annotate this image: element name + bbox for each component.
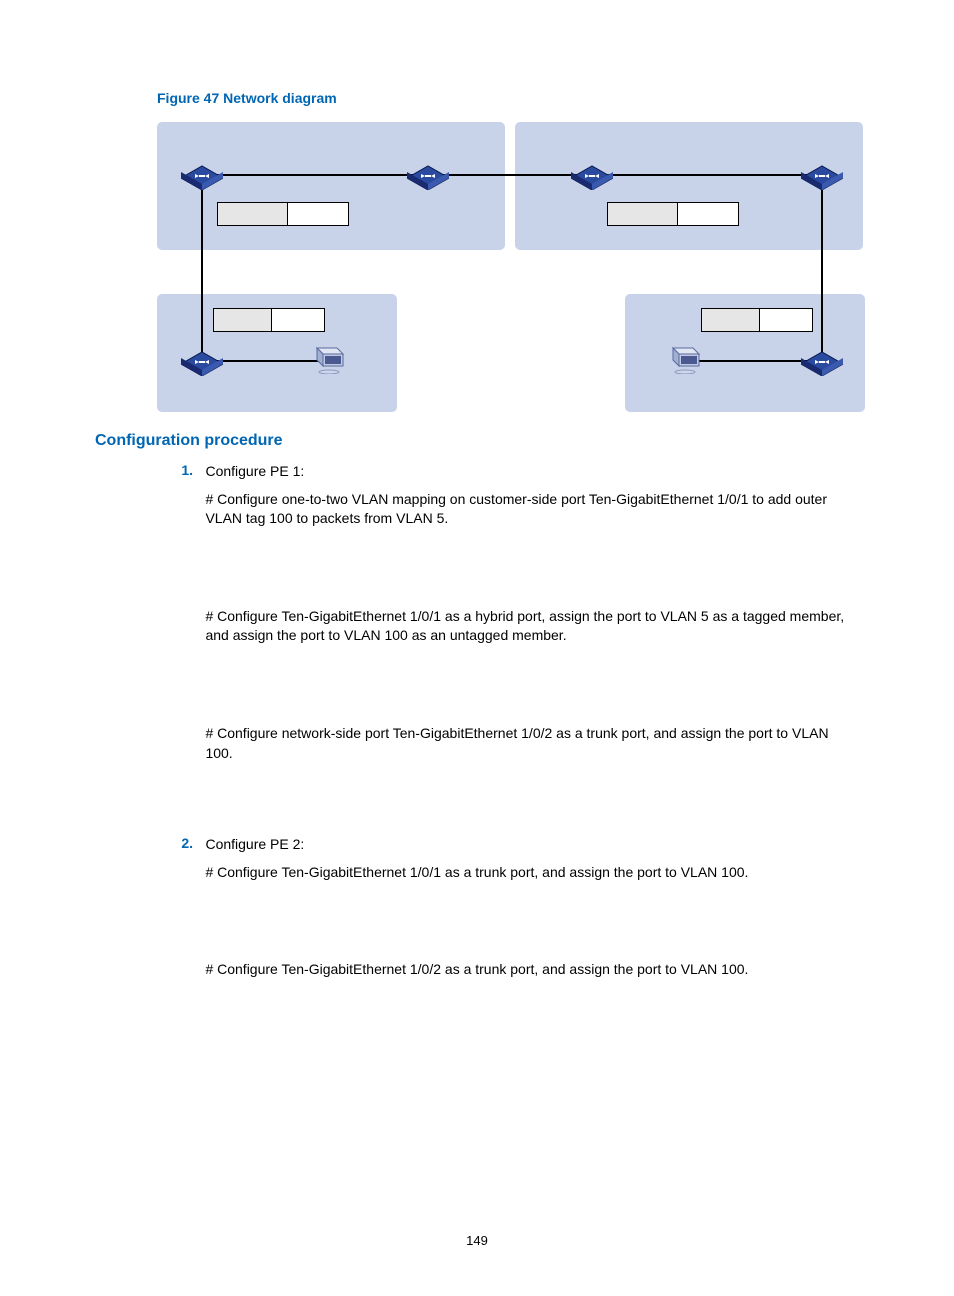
list-number: 2.: [157, 835, 193, 851]
tag-table: [217, 202, 349, 226]
pc-icon: [671, 344, 705, 374]
link-line: [201, 174, 203, 360]
tag-table: [607, 202, 739, 226]
link-line: [697, 360, 811, 362]
tag-table: [213, 308, 325, 332]
switch-icon: [571, 160, 613, 190]
para: # Configure Ten-GigabitEthernet 1/0/1 as…: [205, 607, 845, 646]
list-number: 1.: [157, 462, 193, 478]
switch-icon: [407, 160, 449, 190]
switch-icon: [801, 160, 843, 190]
list-title: Configure PE 2:: [205, 835, 845, 855]
link-line: [215, 360, 325, 362]
para: # Configure network-side port Ten-Gigabi…: [205, 724, 845, 763]
link-line: [217, 174, 807, 176]
figure-caption: Figure 47 Network diagram: [157, 90, 859, 106]
procedure-list: 1. Configure PE 1: # Configure one-to-tw…: [157, 462, 859, 988]
switch-icon: [181, 160, 223, 190]
page-number: 149: [0, 1233, 954, 1248]
section-heading: Configuration procedure: [95, 432, 859, 450]
network-diagram: [157, 122, 865, 412]
tag-table: [701, 308, 813, 332]
para: # Configure one-to-two VLAN mapping on c…: [205, 490, 845, 529]
switch-icon: [181, 346, 223, 376]
list-title: Configure PE 1:: [205, 462, 845, 482]
para: # Configure Ten-GigabitEthernet 1/0/1 as…: [205, 863, 845, 883]
pc-icon: [315, 344, 349, 374]
switch-icon: [801, 346, 843, 376]
link-line: [821, 174, 823, 360]
para: # Configure Ten-GigabitEthernet 1/0/2 as…: [205, 960, 845, 980]
